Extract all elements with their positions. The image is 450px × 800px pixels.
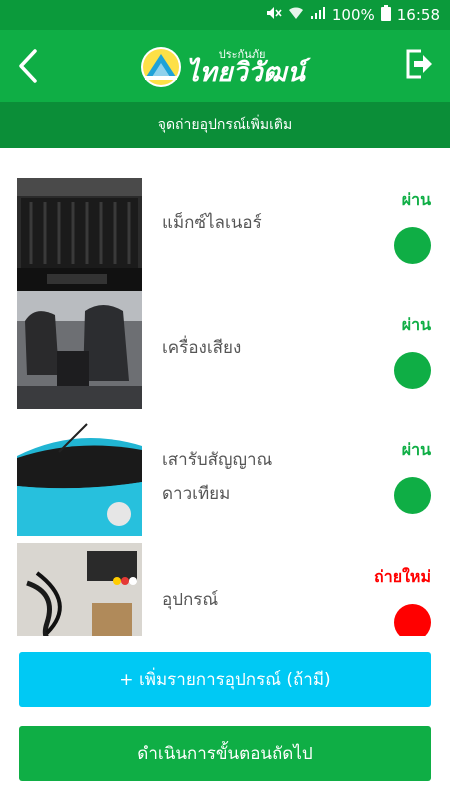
chevron-left-icon: [19, 49, 37, 83]
item-status-dot[interactable]: [394, 604, 431, 636]
item-label: เครื่องเสียง: [162, 338, 242, 358]
page-title: จุดถ่ายอุปกรณ์เพิ่มเติม: [157, 117, 293, 133]
item-status-dot[interactable]: [394, 227, 431, 264]
logout-button[interactable]: [404, 48, 440, 84]
list-item[interactable]: เสารับสัญญาณ ดาวเทียม ผ่าน: [0, 418, 450, 536]
item-status: ผ่าน: [401, 190, 431, 209]
item-photo[interactable]: [17, 178, 142, 296]
item-status: ผ่าน: [401, 440, 431, 459]
car-antenna-image: [17, 418, 142, 536]
logo-title: ไทยวิวัฒน์: [186, 57, 306, 88]
clock: 16:58: [396, 6, 440, 24]
back-button[interactable]: [8, 44, 48, 88]
battery-percent: 100%: [331, 6, 375, 24]
add-equipment-button[interactable]: + เพิ่มรายการอุปกรณ์ (ถ้ามี): [19, 652, 431, 707]
add-equipment-label: + เพิ่มรายการอุปกรณ์ (ถ้ามี): [119, 670, 331, 690]
item-photo[interactable]: [17, 418, 142, 536]
mute-icon: [266, 6, 282, 24]
item-photo[interactable]: [17, 291, 142, 409]
next-step-label: ดำเนินการขั้นตอนถัดไป: [137, 744, 313, 764]
page-title-bar: จุดถ่ายอุปกรณ์เพิ่มเติม: [0, 102, 450, 148]
item-status: ผ่าน: [401, 315, 431, 334]
wifi-icon: [288, 6, 304, 24]
item-photo[interactable]: [17, 543, 142, 636]
item-label-line1: เสารับสัญญาณ: [162, 450, 273, 470]
item-status: ถ่ายใหม่: [374, 567, 431, 586]
item-status-dot[interactable]: [394, 352, 431, 389]
item-label-line2: ดาวเทียม: [162, 484, 231, 504]
logo-mark-icon: [141, 47, 181, 87]
item-label: อุปกรณ์: [162, 590, 219, 610]
brand-logo: ประกันภัย ไทยวิวัฒน์: [140, 42, 305, 92]
next-step-button[interactable]: ดำเนินการขั้นตอนถัดไป: [19, 726, 431, 781]
item-status-dot[interactable]: [394, 477, 431, 514]
battery-icon: [380, 5, 391, 25]
list-item[interactable]: แม็กซ์ไลเนอร์ ผ่าน: [0, 178, 450, 296]
car-interior-image: [17, 291, 142, 409]
item-label: แม็กซ์ไลเนอร์: [162, 213, 262, 233]
status-bar: 100% 16:58: [0, 0, 450, 30]
equipment-list: แม็กซ์ไลเนอร์ ผ่าน เครื่องเสียง ผ่าน เสา…: [0, 148, 450, 636]
app-header: ประกันภัย ไทยวิวัฒน์: [0, 30, 450, 102]
list-item[interactable]: อุปกรณ์ ถ่ายใหม่: [0, 543, 450, 636]
list-item[interactable]: เครื่องเสียง ผ่าน: [0, 291, 450, 409]
logout-icon: [406, 49, 432, 79]
truck-bed-liner-image: [17, 178, 142, 296]
device-cables-image: [17, 543, 142, 636]
signal-icon: [310, 6, 326, 24]
